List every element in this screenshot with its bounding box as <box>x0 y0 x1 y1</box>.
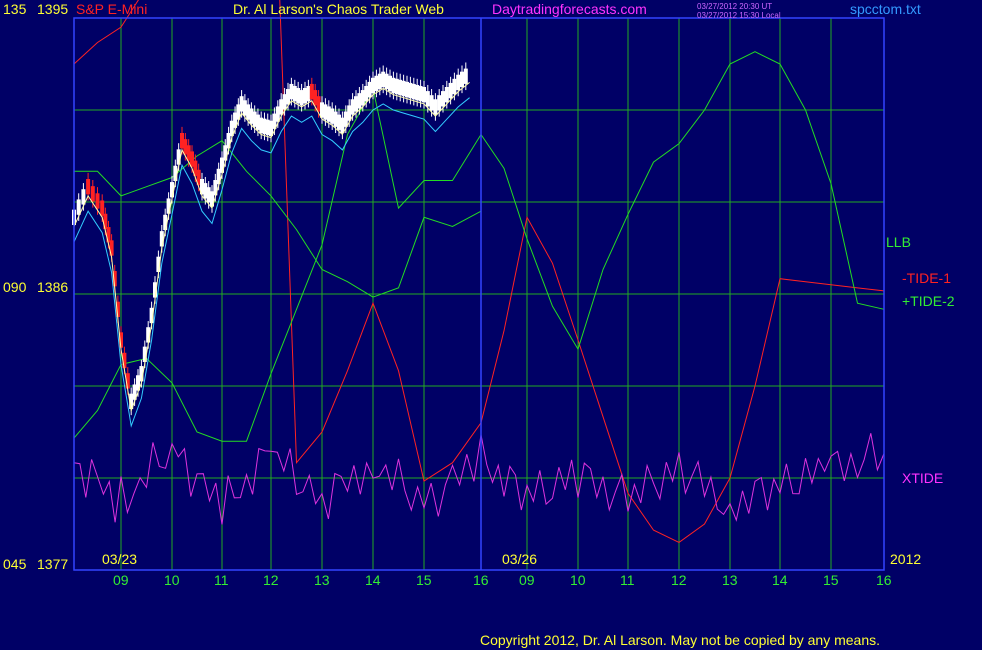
copyright-text: Copyright 2012, Dr. Al Larson. May not b… <box>480 632 881 648</box>
price-candle <box>292 85 297 102</box>
price-candle <box>429 95 434 111</box>
hour-tick-8: 09 <box>519 572 535 588</box>
hour-tick-0: 09 <box>113 572 129 588</box>
legend-llb: LLB <box>886 234 911 250</box>
filename-label: spcctom.txt <box>850 1 921 17</box>
price-candle <box>90 186 95 202</box>
axis-mid-price: 1386 <box>37 279 69 295</box>
axis-mid-cycle: 090 <box>3 279 27 295</box>
moving-average-slow <box>73 97 470 428</box>
price-candle <box>444 87 449 103</box>
price-top-cycle: 135 <box>3 1 27 17</box>
price-candle <box>343 111 348 127</box>
date-label-2: 03/26 <box>502 551 538 567</box>
price-candle <box>309 83 314 100</box>
hour-tick-1: 10 <box>164 572 180 588</box>
price-candle <box>377 73 382 90</box>
chart-series <box>73 0 885 543</box>
date-label-1: 03/23 <box>102 551 138 567</box>
price-candle <box>159 231 164 247</box>
price-candle <box>100 200 105 216</box>
price-candle <box>456 74 461 91</box>
price-candle <box>95 193 100 209</box>
price-candle <box>437 95 442 111</box>
grid-lines <box>74 18 884 570</box>
hour-tick-13: 14 <box>772 572 788 588</box>
hour-tick-11: 12 <box>671 572 687 588</box>
price-candle <box>441 91 445 107</box>
year-label: 2012 <box>890 551 922 567</box>
hour-tick-10: 11 <box>620 572 635 588</box>
website-link[interactable]: Daytradingforecasts.com <box>492 1 647 17</box>
price-candle <box>460 71 464 87</box>
hour-tick-15: 16 <box>876 572 892 588</box>
legend-tide2: +TIDE-2 <box>902 293 955 309</box>
price-candle <box>326 106 331 122</box>
axis-low-price: 1377 <box>37 556 69 572</box>
price-candle <box>448 82 453 99</box>
hour-tick-2: 11 <box>214 572 229 588</box>
series-tide1 <box>73 0 885 543</box>
price-candle <box>86 179 91 195</box>
legend-tide1: -TIDE-1 <box>902 270 951 286</box>
axis-low-cycle: 045 <box>3 556 27 572</box>
hour-tick-12: 13 <box>722 572 738 588</box>
series-xtide <box>73 433 885 525</box>
price-candle <box>463 68 468 84</box>
timestamp-ut: 03/27/2012 20:30 UT <box>697 2 773 11</box>
chart-title: Dr. Al Larson's Chaos Trader Web <box>233 1 444 17</box>
price-candle <box>394 78 399 95</box>
price-top-value: 1395 <box>37 1 69 17</box>
price-candle <box>452 78 457 95</box>
price-candle <box>425 91 430 107</box>
hour-tick-7: 16 <box>473 572 489 588</box>
price-candle <box>422 87 426 103</box>
hour-tick-14: 15 <box>823 572 839 588</box>
hour-tick-6: 15 <box>416 572 432 588</box>
series-llb <box>74 140 482 298</box>
price-candle <box>411 83 416 100</box>
price-candle <box>433 99 438 115</box>
price-candle <box>360 90 365 106</box>
hour-tick-5: 14 <box>365 572 381 588</box>
timestamp-local: 03/27/2012 15:30 Local <box>697 11 781 20</box>
hour-tick-4: 13 <box>314 572 330 588</box>
hour-tick-9: 10 <box>570 572 586 588</box>
chart-canvas <box>72 0 885 571</box>
legend-xtide: XTIDE <box>902 470 944 486</box>
symbol-label: S&P E-Mini <box>76 1 148 17</box>
hour-tick-3: 12 <box>263 572 279 588</box>
